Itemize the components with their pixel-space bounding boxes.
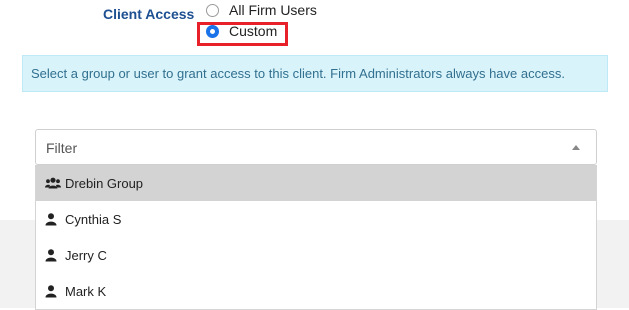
filter-select[interactable]	[35, 129, 597, 166]
dropdown-item-label: Mark K	[65, 283, 107, 299]
dropdown-item-cynthia-s[interactable]: Cynthia S	[36, 201, 596, 237]
info-alert-text: Select a group or user to grant access t…	[31, 66, 565, 81]
filter-input[interactable]	[44, 130, 548, 166]
user-icon	[45, 248, 61, 262]
radio-all-firm-users[interactable]: All Firm Users	[206, 2, 317, 18]
dropdown-item-label: Cynthia S	[65, 211, 122, 227]
users-group-icon	[45, 176, 61, 190]
radio-all-firm-users-label: All Firm Users	[229, 2, 317, 18]
dropdown-item-jerry-c[interactable]: Jerry C	[36, 237, 596, 273]
custom-option-highlight-box	[197, 22, 288, 46]
user-icon	[45, 212, 61, 226]
access-dropdown-list: Drebin Group Cynthia S Jerry C Mark K	[35, 165, 597, 310]
caret-up-icon[interactable]	[572, 145, 580, 150]
dropdown-item-label: Jerry C	[65, 247, 107, 263]
info-alert: Select a group or user to grant access t…	[22, 55, 608, 92]
dropdown-item-mark-k[interactable]: Mark K	[36, 273, 596, 309]
radio-button-unchecked[interactable]	[206, 3, 219, 17]
dropdown-item-drebin-group[interactable]: Drebin Group	[36, 165, 596, 201]
client-access-label: Client Access	[103, 6, 195, 22]
dropdown-item-label: Drebin Group	[65, 175, 144, 191]
user-icon	[45, 284, 61, 298]
